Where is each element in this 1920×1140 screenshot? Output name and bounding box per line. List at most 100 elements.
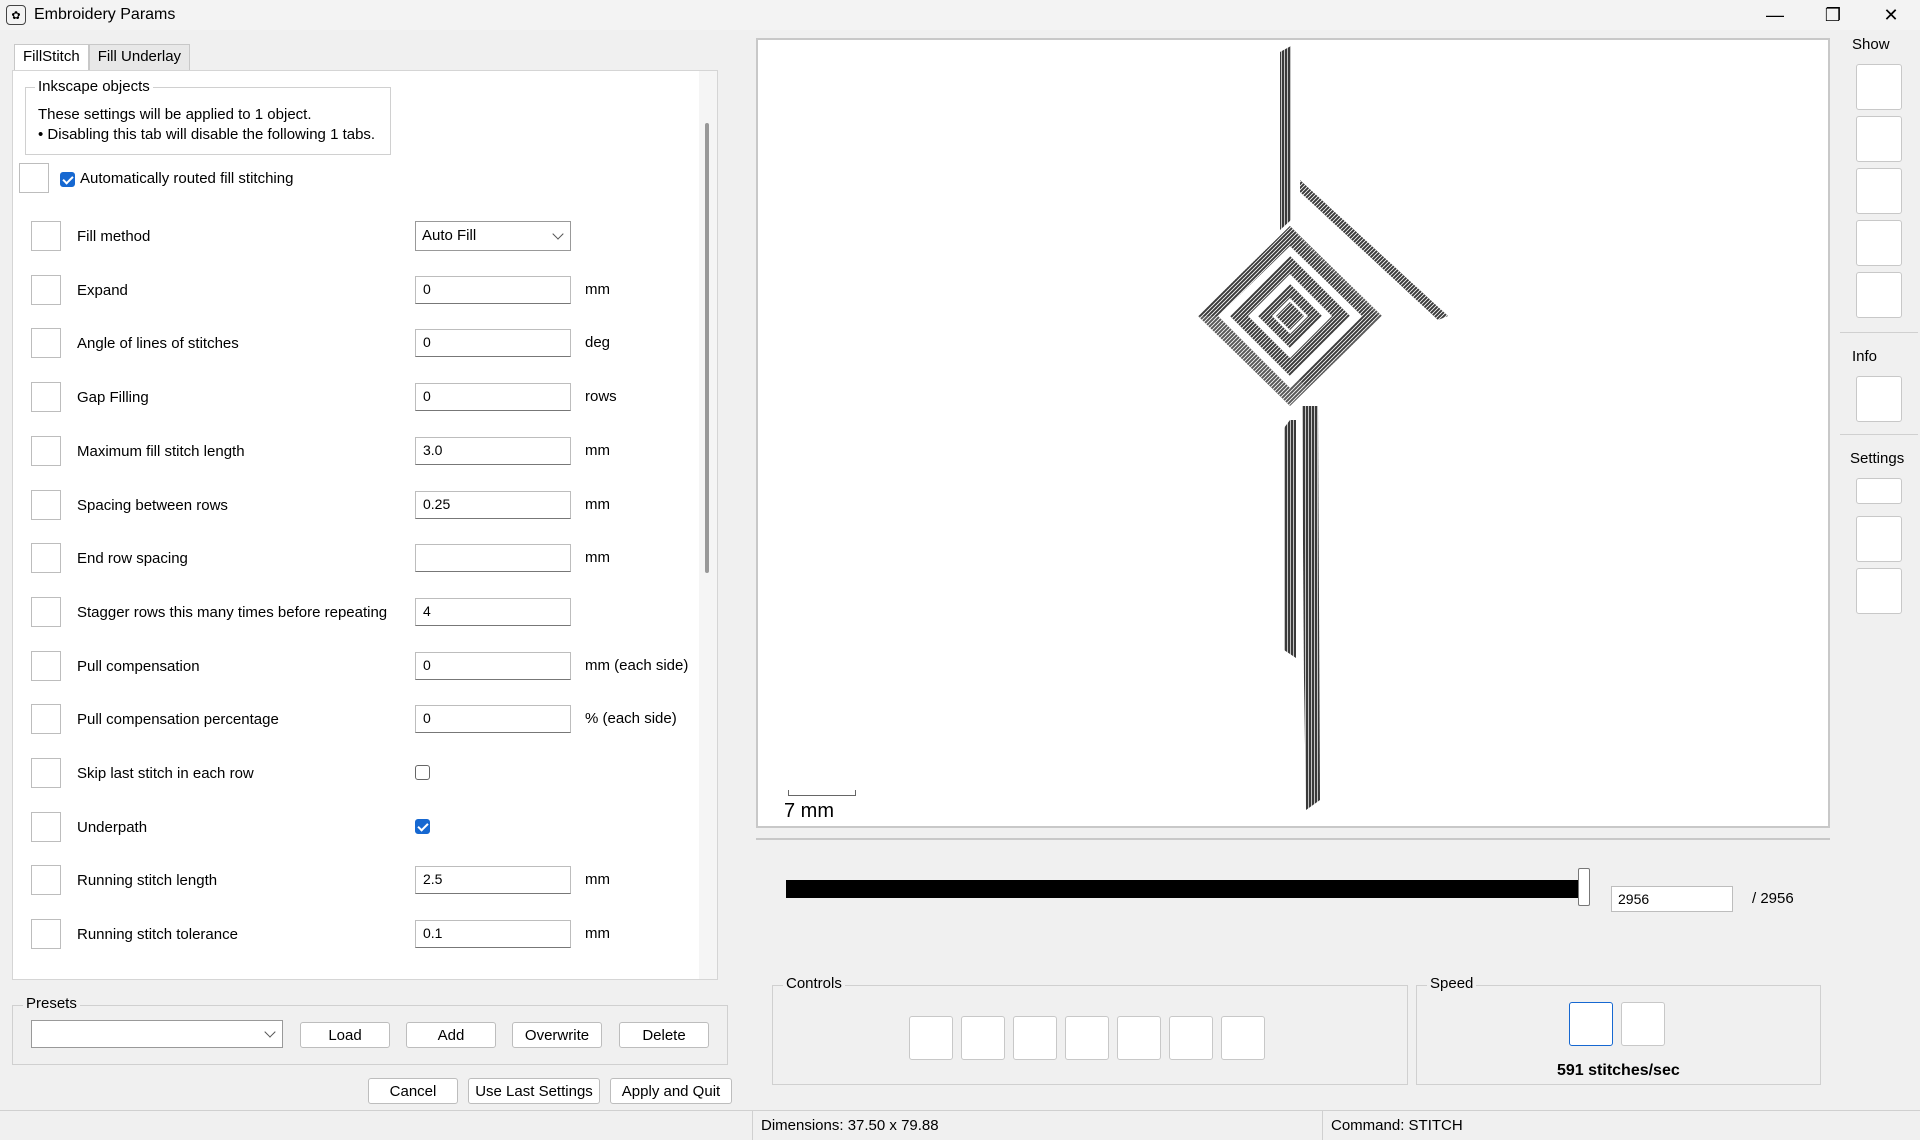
step-back-button[interactable] [1013,1016,1057,1060]
apply-and-quit-button[interactable]: Apply and Quit [610,1078,732,1104]
first-stitch-button[interactable] [909,1016,953,1060]
param-unit: mm [585,925,610,942]
cancel-button[interactable]: Cancel [368,1078,458,1104]
scale-bar [788,790,856,796]
param-unit: mm (each side) [585,657,689,674]
param-enable-box[interactable] [31,490,61,520]
scrollbar[interactable] [699,71,717,979]
param-enable-box[interactable] [31,436,61,466]
param-input[interactable]: 3.0 [415,437,571,465]
current-stitch-input[interactable]: 2956 [1611,886,1733,912]
delete-button[interactable]: Delete [619,1022,709,1048]
param-input[interactable]: 0 [415,652,571,680]
param-label: Underpath [77,819,148,836]
param-enable-box[interactable] [31,704,61,734]
stitch-pattern [1198,46,1448,810]
param-unit: mm [585,442,610,459]
minimize-icon[interactable]: — [1746,0,1804,30]
stitch-canvas[interactable]: 7 mm [756,38,1830,828]
forward-button[interactable] [1169,1016,1213,1060]
param-input[interactable]: 0 [415,329,571,357]
status-dimensions: Dimensions: 37.50 x 79.88 [752,1111,1320,1140]
slower-button[interactable] [1569,1002,1613,1046]
param-label: Running stitch tolerance [77,926,238,943]
show-trims-button[interactable] [1856,168,1902,214]
param-input[interactable]: 2.5 [415,866,571,894]
step-forward-button[interactable] [1117,1016,1161,1060]
param-enable-box[interactable] [31,758,61,788]
settings-button[interactable] [1856,516,1902,562]
param-input[interactable]: 0 [415,276,571,304]
param-input[interactable]: 0 [415,705,571,733]
presets-dropdown[interactable] [31,1020,283,1048]
speed-group: Speed 591 stitches/sec [1416,975,1821,1085]
load-button[interactable]: Load [300,1022,390,1048]
overwrite-button[interactable]: Overwrite [512,1022,602,1048]
settings-button[interactable] [1856,568,1902,614]
presets-group: Presets Load Add Overwrite Delete [12,995,728,1065]
param-enable-box[interactable] [31,865,61,895]
fill-method-value: Auto Fill [422,227,477,244]
param-checkbox[interactable] [415,765,430,780]
last-stitch-button[interactable] [1221,1016,1265,1060]
side-toolbar: Show Info Settings [1838,30,1920,1108]
param-label: Stagger rows this many times before repe… [77,604,388,621]
param-label: Gap Filling [77,389,149,406]
restore-icon[interactable]: ❐ [1804,0,1862,30]
param-label: Angle of lines of stitches [77,335,239,352]
fill-method-select[interactable]: Auto Fill [415,221,571,251]
param-input[interactable]: 0 [415,383,571,411]
param-input[interactable]: 4 [415,598,571,626]
param-enable-box[interactable] [31,919,61,949]
param-label: Running stitch length [77,872,218,889]
param-enable-box[interactable] [31,597,61,627]
param-input[interactable] [415,544,571,572]
window-title: Embroidery Params [34,6,176,23]
stitch-slider-handle[interactable] [1578,868,1590,906]
show-title: Show [1852,36,1890,53]
param-input[interactable]: 0.25 [415,491,571,519]
param-enable-box[interactable] [31,651,61,681]
inkscape-objects-group: Inkscape objects These settings will be … [25,78,391,155]
scroll-thumb[interactable] [705,123,709,573]
param-unit: % (each side) [585,710,677,727]
param-enable-box[interactable] [31,221,61,251]
param-label: Pull compensation [77,658,200,675]
settings-button[interactable] [1856,478,1902,504]
divider [1840,332,1918,333]
play-button[interactable] [1065,1016,1109,1060]
param-enable-box[interactable] [31,328,61,358]
tab-bar: FillStitch Fill Underlay [14,44,191,70]
playback-area: 2956 / 2956 Controls Speed 591 stitches/… [756,838,1830,1108]
back-button[interactable] [961,1016,1005,1060]
faster-button[interactable] [1621,1002,1665,1046]
use-last-settings-button[interactable]: Use Last Settings [468,1078,600,1104]
stitch-preview-panel: 7 mm 2956 / 2956 Controls Speed 591 stit… [748,30,1832,1108]
stitch-slider-track[interactable] [786,880,1584,898]
title-bar: ✿ Embroidery Params — ❐ ✕ [0,0,1920,30]
close-icon[interactable]: ✕ [1862,0,1920,30]
show-color-changes-button[interactable] [1856,272,1902,318]
param-input[interactable]: 0.1 [415,920,571,948]
auto-fill-checkbox[interactable] [60,172,75,187]
info-button[interactable] [1856,376,1902,422]
tab-enable-box[interactable] [19,163,49,193]
status-bar: Dimensions: 37.50 x 79.88 Command: STITC… [0,1110,1920,1140]
param-unit: mm [585,281,610,298]
param-enable-box[interactable] [31,382,61,412]
show-stops-button[interactable] [1856,220,1902,266]
add-button[interactable]: Add [406,1022,496,1048]
param-enable-box[interactable] [31,543,61,573]
info-line: • Disabling this tab will disable the fo… [38,126,376,143]
info-title: Info [1852,348,1878,365]
param-enable-box[interactable] [31,275,61,305]
total-stitches: / 2956 [1752,890,1794,907]
param-enable-box[interactable] [31,812,61,842]
tab-fillstitch[interactable]: FillStitch [14,44,89,70]
show-jumps-button[interactable] [1856,116,1902,162]
param-checkbox[interactable] [415,819,430,834]
controls-group: Controls [772,975,1408,1085]
tab-fill-underlay[interactable]: Fill Underlay [88,44,191,70]
show-needle-button[interactable] [1856,64,1902,110]
stitch-design [1198,46,1448,810]
